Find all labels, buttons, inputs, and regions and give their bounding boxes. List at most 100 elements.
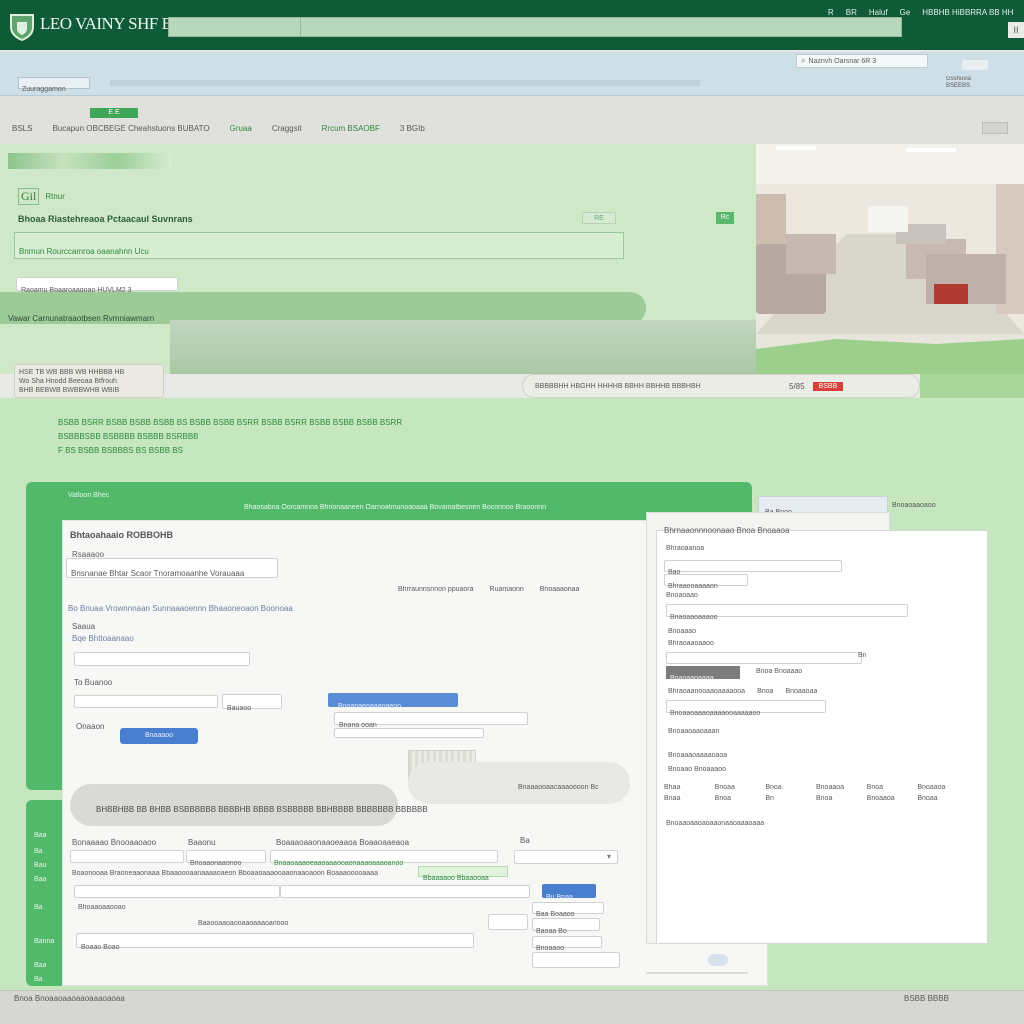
form-section-title: Bhtaoahaaio ROBBOHB bbox=[70, 530, 174, 540]
top-link[interactable]: Ge bbox=[900, 8, 911, 17]
s2-long-text: Boaonooaa Braoneaaonaaa Bbaaoooaanaaaaoa… bbox=[72, 870, 378, 877]
sidebar-item[interactable]: Ba bbox=[34, 976, 43, 983]
hero-pill[interactable]: BBBBBHH HBGHH HHHHB BBHH BBHHB BBBHBH 5/… bbox=[522, 374, 920, 398]
toolbar-chip[interactable] bbox=[962, 60, 988, 70]
card-pager-dot[interactable] bbox=[708, 954, 728, 966]
card-field[interactable]: Bnoaaoaaaoaaaaooaaaaaoo bbox=[666, 700, 826, 717]
field3-side[interactable]: Bauaoo bbox=[222, 694, 282, 712]
card-grid-cell: Bnoa bbox=[765, 784, 782, 791]
card-chip[interactable]: Bnaoaaoaaaa bbox=[666, 666, 740, 682]
field3-label: To Buanoo bbox=[74, 678, 113, 687]
subnav-items: BSLS Bucapun OBCBEGE Cheahstuons BUBATO … bbox=[12, 124, 425, 133]
subnav-item[interactable]: Rrcum BSAOBF bbox=[322, 124, 380, 133]
card-grid-cell: Bnoa bbox=[816, 795, 833, 802]
field2-input[interactable] bbox=[74, 652, 250, 666]
card-select[interactable]: Bnaoaaoaaaoo bbox=[666, 604, 908, 621]
card-grid-cell: Bnoaa bbox=[714, 784, 735, 791]
card-input-3[interactable] bbox=[666, 652, 862, 664]
subnav-item[interactable]: 3 BGIb bbox=[400, 124, 425, 133]
center-link[interactable]: Bhrraunnsnnon ppuaora bbox=[398, 586, 474, 593]
card-input-2[interactable]: Bhraaooaaaaon bbox=[664, 574, 748, 590]
card-input-1[interactable]: Bao bbox=[664, 560, 842, 576]
mid-input[interactable]: Bnana ooan bbox=[334, 712, 528, 729]
primary-button[interactable]: Bnaaaoo bbox=[120, 728, 198, 744]
s2-green-chip[interactable]: Bbaaaaoo Bbaaooaa bbox=[418, 866, 508, 882]
sidebar-item[interactable]: Bau bbox=[34, 862, 46, 869]
s2-wide-input-2[interactable] bbox=[280, 885, 530, 898]
subnav-item[interactable]: Gruaa bbox=[230, 124, 252, 133]
center-link[interactable]: Bnoaaaonaa bbox=[540, 586, 580, 593]
header-search-bar[interactable] bbox=[168, 17, 902, 37]
subnav-tag[interactable]: E E bbox=[90, 108, 138, 118]
card-grid: Bhaa Bnoaa Bnoa Bnoaaoa Bnoa Bnoaaoa Bna… bbox=[664, 784, 964, 802]
hero-brand-sub: Rtnur bbox=[45, 192, 65, 201]
s2-input-1[interactable] bbox=[70, 850, 184, 863]
subnav-item[interactable]: Craggsit bbox=[272, 124, 302, 133]
top-header: LEO VAINY SHF BXEL R BR Haluf Ge HBBHB H… bbox=[0, 0, 1024, 52]
card-grid-cell: Bnoaaoa bbox=[917, 784, 946, 791]
sidebar-item[interactable]: Banna bbox=[34, 938, 54, 945]
s2-dropdown[interactable]: ▾ bbox=[514, 850, 618, 864]
field3-input[interactable] bbox=[74, 695, 218, 708]
field4-label: Onaaon bbox=[76, 722, 105, 731]
hero-tag[interactable]: RE bbox=[582, 212, 616, 224]
field1-input[interactable]: Bnsnanae Bhtar Scaor Tnoramoaanhe Voraua… bbox=[66, 558, 278, 578]
top-link[interactable]: Haluf bbox=[869, 8, 888, 17]
card-tab-right: Bnoaoaaoaoo bbox=[892, 502, 936, 509]
card-line: Bnoaaao bbox=[668, 628, 697, 635]
subnav-item[interactable]: Bucapun OBCBEGE Cheahstuons BUBATO bbox=[52, 124, 209, 133]
hero-hint-field[interactable]: Bnmun Rourccamroa oaanahnn Ucu bbox=[14, 232, 624, 259]
hero-brand: Gil Rtnur bbox=[18, 188, 65, 205]
field2-sub: Bqe Bhttoaanaao bbox=[72, 634, 134, 643]
hero-input[interactable]: Raoamu Boaaroaagoao HUVLM2 3 bbox=[16, 277, 178, 294]
hero-pill-badge[interactable]: BSBB bbox=[812, 381, 844, 391]
s2-input-2[interactable]: Bnoaaonaaonoo bbox=[186, 850, 266, 867]
center-link[interactable]: Ruamaonn bbox=[490, 586, 524, 593]
toolbar-right-label[interactable]: Gsshuvia BSEEBS bbox=[946, 76, 976, 90]
subnav-item[interactable]: BSLS bbox=[12, 124, 32, 133]
s2-right-field-4[interactable]: Bnoaaoo bbox=[532, 936, 602, 952]
card-line: Bhraoaaoaaoo bbox=[668, 640, 714, 647]
center-links: Bhrraunnsnnon ppuaora Ruamaonn Bnoaaaona… bbox=[398, 586, 579, 593]
toolbar-nav-left[interactable]: Zuuraggamon bbox=[18, 77, 90, 93]
s2-right-field-1[interactable]: Baa Boaaoo bbox=[532, 902, 604, 918]
s2-blue-button[interactable]: Bu Bnaa bbox=[542, 884, 596, 901]
s2-wide-input[interactable] bbox=[74, 885, 280, 898]
card-grid-cell: Bnaa bbox=[664, 795, 681, 802]
info-text: BSBB BSRR BSBB BSBB BSBB BS BSBB BSBB BS… bbox=[58, 418, 403, 455]
sidebar-item[interactable]: Ba bbox=[34, 904, 43, 911]
card-line: Bnoaaoaaoaaan bbox=[668, 728, 720, 735]
s2-right-field-3[interactable]: Baoaa Bo bbox=[532, 918, 600, 935]
top-link[interactable]: R bbox=[828, 8, 834, 17]
blue-select[interactable]: Bnoanaeoaaaoaeoo bbox=[328, 693, 458, 710]
footer-left[interactable]: Bnoa Bnoaaoaaoaaoaaaoaoaa bbox=[14, 994, 125, 1003]
detail-card bbox=[656, 530, 988, 944]
s2-right-field-2[interactable] bbox=[488, 914, 528, 930]
card-title: Bhrnaaonnnoonaao Bnoa Bnoaaoa bbox=[664, 526, 790, 535]
sidebar-item[interactable]: Baa bbox=[34, 876, 46, 883]
thumb-caption-pill[interactable]: Bnaaaooaacaaaoooon Bc bbox=[408, 762, 630, 804]
s2-input-3[interactable]: Bnaaoaaaoeaaoaaaooaonaaaoaaaoanoo bbox=[270, 850, 498, 867]
top-links: R BR Haluf Ge HBBHB HiBBRRA BB HH bbox=[828, 8, 1013, 17]
s2-bottom-input[interactable]: Boaao Boao bbox=[76, 933, 474, 951]
section2-link[interactable]: Boaaaoaaonaaoeaaoa Boaaoaaeaoa bbox=[276, 838, 409, 847]
mid-input-2[interactable] bbox=[334, 728, 484, 738]
top-link[interactable]: HBBHB HiBBRRA BB HH bbox=[922, 8, 1013, 17]
sidebar-item[interactable]: Ba bbox=[34, 848, 43, 855]
subnav-corner-button[interactable] bbox=[982, 122, 1008, 134]
form-header-label: Vatloon Bhec bbox=[68, 492, 110, 499]
sidebar-item[interactable]: Baa bbox=[34, 962, 46, 969]
right-badge[interactable]: II bbox=[1008, 22, 1024, 38]
sidebar-item[interactable]: Baa bbox=[34, 832, 46, 839]
shield-logo-icon[interactable] bbox=[8, 12, 36, 42]
hero-tag-right[interactable]: Rc bbox=[716, 212, 734, 224]
section2-label2: Baaonu bbox=[188, 838, 216, 847]
card-line: Bnoaoaao bbox=[666, 592, 698, 599]
s2-right-field-5[interactable] bbox=[532, 952, 620, 968]
s2-field-label: Baaooaaoaooaaoaaaoanooo bbox=[198, 920, 289, 927]
top-link[interactable]: BR bbox=[846, 8, 857, 17]
card-chip-note: Bnoa Bnoaaao bbox=[756, 668, 803, 675]
toolbar-search[interactable]: ⌕ Nazrivh Oarsnar 6R 3 bbox=[796, 54, 928, 68]
footer-right[interactable]: BSBB BBBB bbox=[904, 994, 949, 1003]
pill-banner[interactable]: BHBBHBB BB BHBB BSBBBBBB BBBBHB BBBB BSB… bbox=[70, 784, 428, 826]
